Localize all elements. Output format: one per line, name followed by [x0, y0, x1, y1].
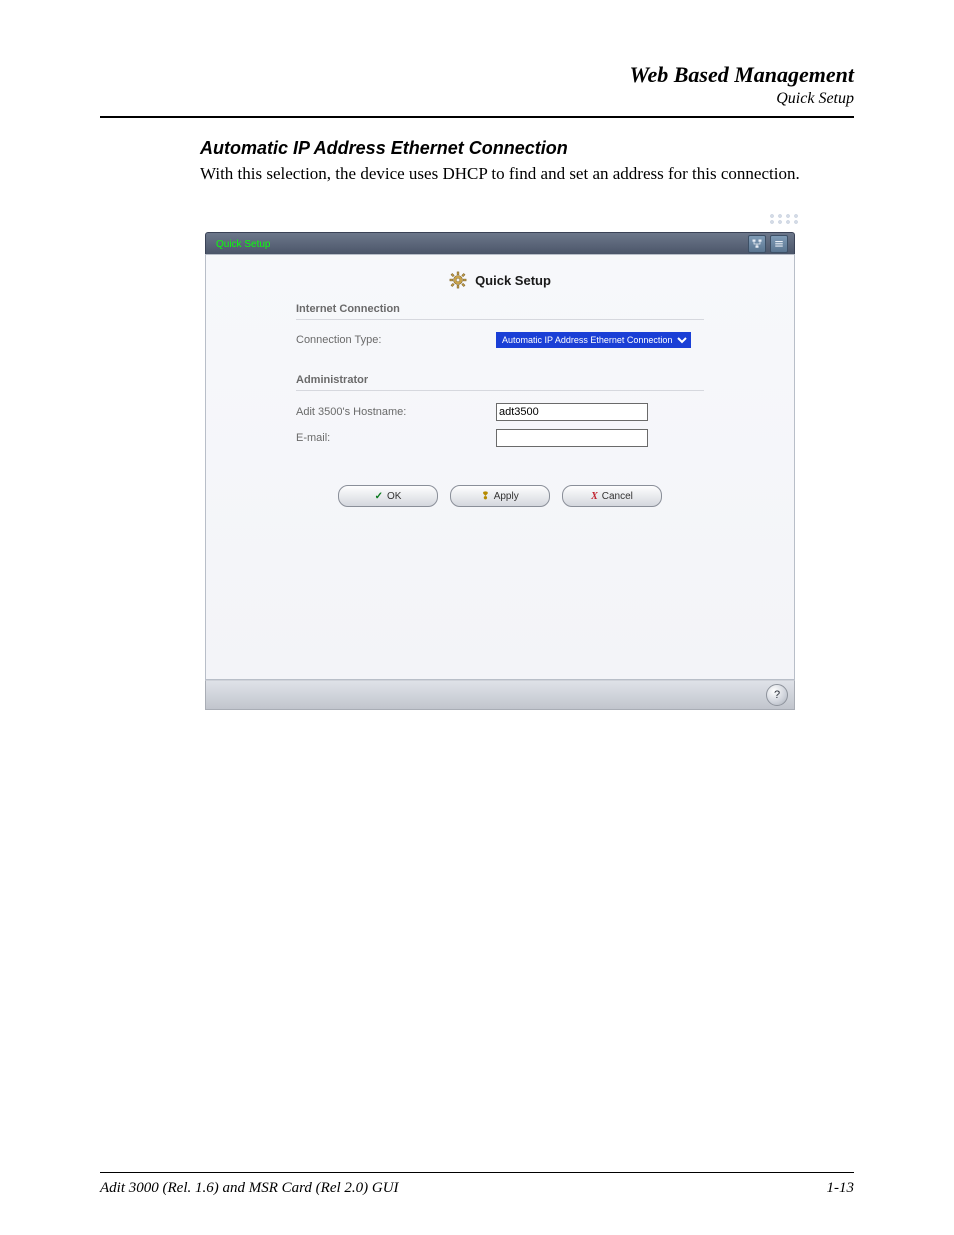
network-icon[interactable]: [748, 235, 766, 253]
help-button[interactable]: ?: [766, 684, 788, 706]
network-icon-svg: [751, 238, 763, 250]
row-connection-type: Connection Type: Automatic IP Address Et…: [296, 328, 704, 352]
section-body: With this selection, the device uses DHC…: [200, 164, 800, 184]
page-header: Web Based Management Quick Setup: [630, 62, 854, 108]
button-row: ✓ OK ❢ Apply X Cancel: [296, 485, 704, 507]
ok-button[interactable]: ✓ OK: [338, 485, 438, 507]
hostname-label: Adit 3500's Hostname:: [296, 406, 496, 418]
cancel-button-label: Cancel: [602, 491, 633, 502]
check-icon: ✓: [375, 491, 383, 502]
group-internet-label: Internet Connection: [296, 303, 704, 315]
list-icon-svg: [773, 238, 785, 250]
email-input[interactable]: [496, 429, 648, 447]
ok-button-label: OK: [387, 491, 401, 502]
status-bar: ?: [205, 680, 795, 710]
hostname-input[interactable]: [496, 403, 648, 421]
email-label: E-mail:: [296, 432, 496, 444]
tab-label: Quick Setup: [206, 239, 270, 250]
section-heading: Automatic IP Address Ethernet Connection: [200, 138, 568, 159]
app-window: Quick Setup: [200, 212, 800, 710]
form-region: Internet Connection Connection Type: Aut…: [206, 303, 794, 507]
cancel-icon: X: [591, 491, 598, 502]
apply-button-label: Apply: [494, 491, 519, 502]
footer-left: Adit 3000 (Rel. 1.6) and MSR Card (Rel 2…: [100, 1180, 399, 1197]
page-header-subtitle: Quick Setup: [630, 90, 854, 108]
gear-icon: [449, 271, 467, 289]
divider: [296, 390, 704, 391]
row-email: E-mail:: [296, 425, 704, 451]
help-icon: ?: [774, 689, 780, 701]
apply-button[interactable]: ❢ Apply: [450, 485, 550, 507]
row-hostname: Adit 3500's Hostname:: [296, 399, 704, 425]
footer-right: 1-13: [827, 1180, 855, 1197]
page-header-title: Web Based Management: [630, 62, 854, 88]
page: Web Based Management Quick Setup Automat…: [0, 0, 954, 1235]
cancel-button[interactable]: X Cancel: [562, 485, 662, 507]
footer-rule: [100, 1172, 854, 1173]
window-titlebar: Quick Setup: [205, 232, 795, 255]
connection-type-select[interactable]: Automatic IP Address Ethernet Connection: [496, 332, 691, 348]
content-frame: Quick Setup Internet Connection Connecti…: [205, 254, 795, 680]
panel-title: Quick Setup: [475, 273, 551, 288]
list-icon[interactable]: [770, 235, 788, 253]
window-grip-dots: [768, 212, 800, 226]
header-rule: [100, 116, 854, 118]
group-admin-label: Administrator: [296, 374, 704, 386]
connection-type-label: Connection Type:: [296, 334, 496, 346]
divider: [296, 319, 704, 320]
apply-icon: ❢: [481, 491, 489, 502]
titlebar-icons: [748, 235, 794, 253]
panel-title-row: Quick Setup: [206, 255, 794, 303]
